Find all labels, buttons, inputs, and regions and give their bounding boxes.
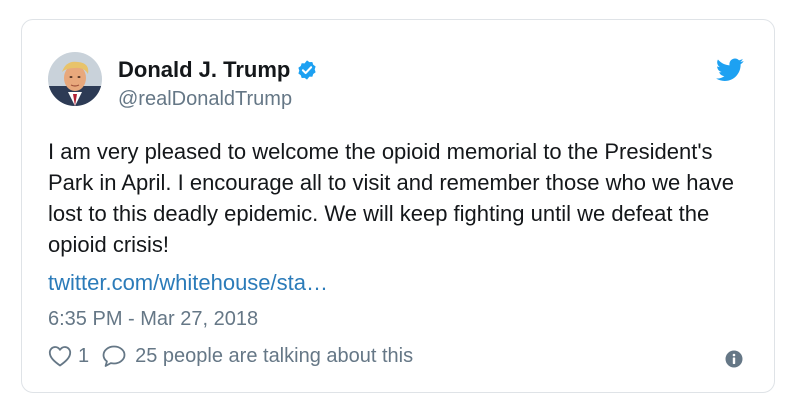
display-name[interactable]: Donald J. Trump — [118, 57, 290, 83]
reply-button[interactable]: 25 people are talking about this — [101, 344, 413, 368]
conversation-count: 25 people are talking about this — [135, 344, 414, 367]
like-count: 1 — [78, 344, 90, 367]
tweet-timestamp[interactable]: 6:35 PM - Mar 27, 2018 — [48, 306, 258, 332]
twitter-bird-icon[interactable] — [716, 58, 744, 82]
like-button[interactable]: 1 — [48, 345, 89, 368]
verified-badge-icon — [298, 60, 316, 80]
tweet-card[interactable]: Donald J. Trump @realDonaldTrump I am ve… — [21, 19, 775, 393]
speech-bubble-icon — [102, 345, 126, 367]
info-icon[interactable] — [725, 350, 743, 368]
avatar-image — [48, 52, 102, 106]
tweet-link[interactable]: twitter.com/whitehouse/sta… — [48, 267, 328, 298]
heart-icon — [48, 346, 72, 367]
user-handle[interactable]: @realDonaldTrump — [118, 87, 292, 111]
tweet-text: I am very pleased to welcome the opioid … — [48, 139, 735, 257]
avatar[interactable] — [48, 52, 102, 106]
